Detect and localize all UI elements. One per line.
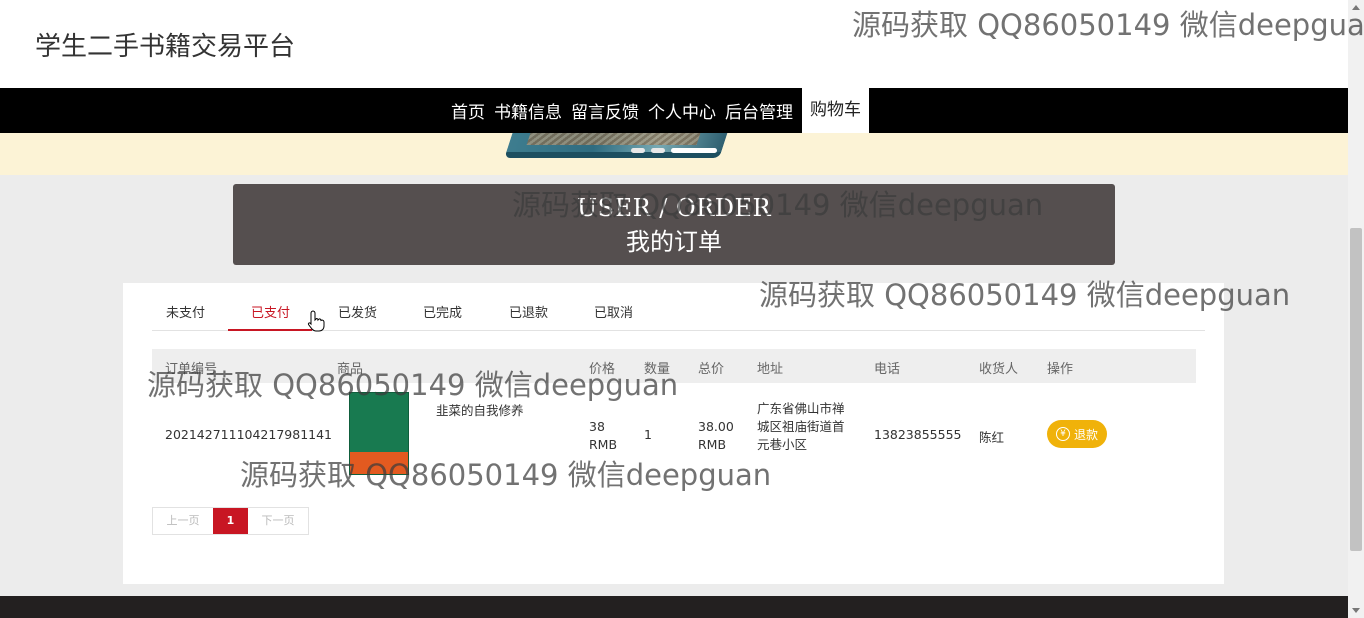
active-tab-indicator: [228, 329, 312, 331]
scroll-down-icon[interactable]: [1352, 608, 1360, 613]
refund-button[interactable]: ¥ 退款: [1047, 420, 1107, 448]
main-nav: 首页 书籍信息 留言反馈 个人中心 后台管理 购物车: [0, 88, 1348, 133]
receiver-name: 陈红: [979, 430, 1005, 445]
tab-completed[interactable]: 已完成: [423, 302, 462, 321]
col-price: 价格: [589, 362, 616, 377]
phone-number: 13823855555: [874, 427, 962, 442]
cover-band: [350, 452, 408, 474]
site-title[interactable]: 学生二手书籍交易平台: [35, 26, 295, 63]
scroll-up-icon[interactable]: [1352, 5, 1360, 10]
item-quantity: 1: [644, 427, 652, 442]
item-price: 38 RMB: [589, 419, 618, 452]
order-number: 202142711104217981141: [165, 427, 333, 442]
col-product: 商品: [337, 362, 364, 377]
banner-image: [504, 133, 731, 158]
nav-feedback[interactable]: 留言反馈: [571, 98, 639, 123]
col-address: 地址: [757, 362, 784, 377]
scrollbar-thumb[interactable]: [1350, 228, 1362, 551]
nav-home[interactable]: 首页: [451, 98, 485, 123]
tab-refunded[interactable]: 已退款: [509, 302, 548, 321]
shipping-address: 广东省佛山市禅城区祖庙街道首元巷小区: [757, 401, 845, 452]
col-quantity: 数量: [644, 362, 671, 377]
col-receiver: 收货人: [979, 362, 1019, 377]
tab-unpaid[interactable]: 未支付: [166, 302, 205, 321]
footer: [0, 596, 1348, 618]
book-cover-image[interactable]: [349, 392, 409, 475]
tab-paid[interactable]: 已支付: [251, 302, 290, 321]
nav-admin[interactable]: 后台管理: [725, 98, 793, 123]
carousel-dot[interactable]: [651, 148, 665, 153]
tab-cancelled[interactable]: 已取消: [594, 302, 633, 321]
carousel-dot[interactable]: [631, 148, 645, 153]
top-bar: 学生二手书籍交易平台: [0, 0, 1348, 88]
col-phone: 电话: [874, 362, 901, 377]
order-header: USER / ORDER 我的订单: [233, 184, 1115, 265]
tab-shipped[interactable]: 已发货: [338, 302, 377, 321]
col-order-no: 订单编号: [165, 362, 218, 377]
page-scrollbar[interactable]: [1348, 0, 1364, 618]
book-title[interactable]: 韭菜的自我修养: [436, 400, 524, 419]
hand-pointer-icon: [307, 310, 325, 332]
col-action: 操作: [1047, 362, 1074, 377]
header-title-en: USER / ORDER: [576, 194, 772, 222]
nav-cart[interactable]: 购物车: [802, 88, 869, 133]
header-title-cn: 我的订单: [626, 228, 722, 256]
next-page-button[interactable]: 下一页: [248, 508, 308, 534]
nav-profile[interactable]: 个人中心: [648, 98, 716, 123]
carousel-dot-active[interactable]: [671, 148, 717, 153]
refund-label: 退款: [1073, 427, 1098, 442]
current-page[interactable]: 1: [213, 508, 248, 534]
nav-books[interactable]: 书籍信息: [494, 98, 562, 123]
nav-items: 首页 书籍信息 留言反馈 个人中心 后台管理 购物车: [451, 88, 878, 133]
carousel-dots: [631, 148, 717, 153]
order-total: 38.00 RMB: [698, 419, 734, 452]
pagination: 上一页 1 下一页: [152, 507, 309, 535]
table-header: 订单编号 商品 价格 数量 总价 地址 电话 收货人 操作: [152, 349, 1196, 383]
table-row: 202142711104217981141 韭菜的自我修养 38 RMB 1 3…: [152, 388, 1196, 493]
orders-panel: 未支付 已支付 已发货 已完成 已退款 已取消 订单编号 商品 价格 数量 总价…: [123, 283, 1224, 584]
col-total: 总价: [698, 362, 725, 377]
yen-icon: ¥: [1055, 427, 1070, 441]
banner-carousel: [0, 133, 1348, 175]
prev-page-button[interactable]: 上一页: [153, 508, 213, 534]
